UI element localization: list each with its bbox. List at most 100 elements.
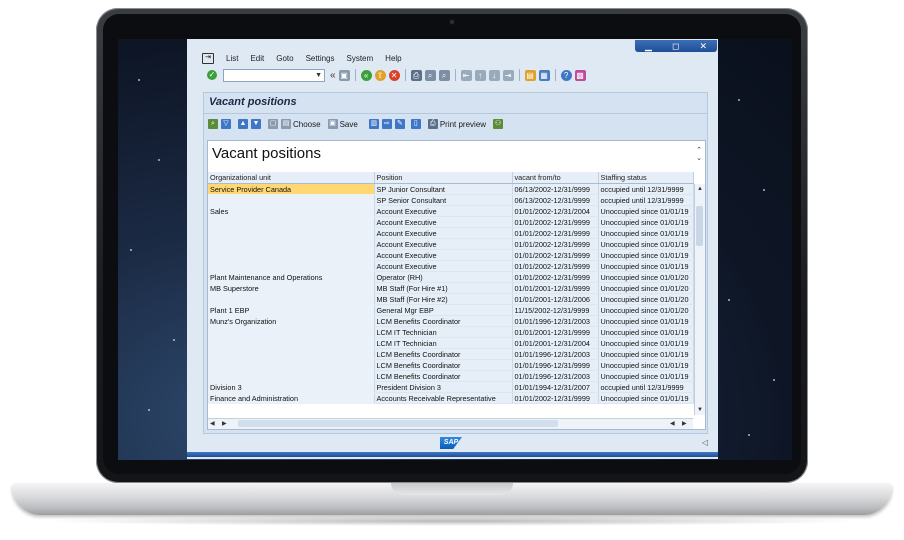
cell-position[interactable]: LCM Benefits Coordinator (374, 370, 513, 382)
table-row[interactable]: SP Senior Consultant 06/13/2002-12/31/999… (208, 194, 694, 206)
table-row[interactable]: LCM IT Technician 01/01/2001-12/31/9999 Un… (208, 326, 694, 338)
table-row[interactable]: Account Executive 01/01/2002-12/31/9999 Un… (208, 260, 694, 272)
cell-status[interactable]: Unoccupied since 01/01/20 (598, 282, 694, 294)
save-icon[interactable]: ▣ (338, 69, 350, 81)
cell-status[interactable]: Unoccupied since 01/01/19 (598, 326, 694, 338)
print-preview-button[interactable]: ⎙ Print preview (427, 119, 486, 129)
cell-status[interactable]: Unoccupied since 01/01/20 (598, 271, 694, 283)
cell-period[interactable]: 01/01/2002-12/31/2004 (512, 205, 599, 217)
table-row[interactable]: MB Superstore MB Staff (For Hire #1) 01/01… (208, 282, 694, 294)
cell-status[interactable]: Unoccupied since 01/01/20 (598, 293, 694, 305)
cell-period[interactable]: 01/01/2002-12/31/9999 (512, 216, 599, 228)
cell-org-unit[interactable] (208, 326, 375, 338)
menu-list[interactable]: List (226, 54, 238, 63)
export-icon[interactable]: ⇨ (381, 119, 392, 129)
cell-org-unit[interactable] (208, 194, 375, 206)
find-icon[interactable]: ⌕ (424, 69, 436, 81)
cell-period[interactable]: 01/01/2002-12/31/9999 (512, 227, 599, 239)
table-row[interactable]: LCM Benefits Coordinator 01/01/1996-12/31… (208, 370, 694, 382)
sort-descending-icon[interactable]: ▼ (251, 119, 261, 129)
cell-status[interactable]: Unoccupied since 01/01/19 (598, 216, 694, 228)
cell-org-unit[interactable]: Plant Maintenance and Operations (208, 271, 375, 283)
print-icon[interactable]: ⎙ (410, 69, 422, 81)
cell-position[interactable]: SP Junior Consultant (374, 183, 513, 195)
cell-status[interactable]: Unoccupied since 01/01/19 (598, 238, 694, 250)
menu-settings[interactable]: Settings (306, 54, 335, 63)
cell-period[interactable]: 01/01/2001-12/31/2006 (512, 293, 599, 305)
back-double-icon[interactable]: « (330, 70, 336, 81)
menu-edit[interactable]: Edit (250, 54, 264, 63)
cell-status[interactable]: occupied until 12/31/9999 (598, 381, 694, 393)
first-page-icon[interactable]: ⇤ (460, 69, 472, 81)
scroll-left-end-icon[interactable]: ◀ (670, 419, 675, 429)
cell-period[interactable]: 06/13/2002-12/31/9999 (512, 194, 599, 206)
cancel-icon[interactable]: ✕ (388, 69, 400, 81)
cell-org-unit[interactable] (208, 337, 375, 349)
cell-org-unit[interactable]: Sales (208, 205, 375, 217)
menu-goto[interactable]: Goto (276, 54, 293, 63)
cell-period[interactable]: 01/01/2002-12/31/9999 (512, 260, 599, 272)
cell-period[interactable]: 01/01/2002-12/31/9999 (512, 392, 599, 404)
find-next-icon[interactable]: ⌕ (438, 69, 450, 81)
help-icon[interactable]: ? (560, 69, 572, 81)
cell-status[interactable]: Unoccupied since 01/01/19 (598, 315, 694, 327)
cell-position[interactable]: Account Executive (374, 238, 513, 250)
previous-page-icon[interactable]: ↑ (474, 69, 486, 81)
scroll-left-icon[interactable]: ◀ (210, 419, 215, 429)
cell-position[interactable]: MB Staff (For Hire #1) (374, 282, 513, 294)
scroll-up-icon[interactable]: ▲ (695, 186, 705, 192)
cell-status[interactable]: Unoccupied since 01/01/20 (598, 304, 694, 316)
menu-exit-icon[interactable]: ⇥ (202, 52, 214, 64)
cell-org-unit[interactable]: Finance and Administration (208, 392, 375, 404)
cell-position[interactable]: Account Executive (374, 227, 513, 239)
cell-period[interactable]: 01/01/1996-12/31/2003 (512, 348, 599, 360)
table-row[interactable]: Plant 1 EBP General Mgr EBP 11/15/2002-12/… (208, 304, 694, 316)
table-row[interactable]: Division 3 President Division 3 01/01/1994… (208, 381, 694, 393)
column-header-org-unit[interactable]: Organizational unit (208, 172, 375, 184)
shortcut-icon[interactable]: ▦ (538, 69, 550, 81)
cell-period[interactable]: 11/15/2002-12/31/9999 (512, 304, 599, 316)
cell-org-unit[interactable] (208, 370, 375, 382)
cell-org-unit[interactable] (208, 238, 375, 250)
cell-position[interactable]: Account Executive (374, 260, 513, 272)
table-row[interactable]: Account Executive 01/01/2002-12/31/9999 Un… (208, 227, 694, 239)
cell-period[interactable]: 01/01/1996-12/31/2003 (512, 370, 599, 382)
table-row[interactable]: Munz's Organization LCM Benefits Coordina… (208, 315, 694, 327)
cell-org-unit[interactable] (208, 249, 375, 261)
cell-period[interactable]: 01/01/2002-12/31/9999 (512, 249, 599, 261)
cell-status[interactable]: occupied until 12/31/9999 (598, 183, 694, 195)
layout-icon[interactable]: ▥ (368, 119, 379, 129)
cell-period[interactable]: 01/01/2002-12/31/9999 (512, 271, 599, 283)
table-row[interactable]: Account Executive 01/01/2002-12/31/9999 Un… (208, 216, 694, 228)
filter-icon[interactable]: ▽ (221, 119, 231, 129)
layout-menu-icon[interactable]: ▩ (574, 69, 586, 81)
document-icon[interactable]: ▯ (410, 119, 421, 129)
close-button[interactable]: ✕ (699, 41, 707, 52)
vertical-scroll-thumb[interactable] (696, 206, 703, 246)
cell-position[interactable]: LCM IT Technician (374, 337, 513, 349)
cell-position[interactable]: LCM IT Technician (374, 326, 513, 338)
cell-period[interactable]: 01/01/1996-12/31/9999 (512, 359, 599, 371)
cell-position[interactable]: Operator (RH) (374, 271, 513, 283)
cell-org-unit[interactable]: Plant 1 EBP (208, 304, 375, 316)
cell-position[interactable]: MB Staff (For Hire #2) (374, 293, 513, 305)
table-row[interactable]: LCM Benefits Coordinator 01/01/1996-12/31… (208, 359, 694, 371)
cell-status[interactable]: Unoccupied since 01/01/19 (598, 337, 694, 349)
cell-org-unit[interactable]: Service Provider Canada (208, 183, 375, 195)
last-page-icon[interactable]: ⇥ (502, 69, 514, 81)
cell-org-unit[interactable] (208, 216, 375, 228)
table-row[interactable]: Sales Account Executive 01/01/2002-12/31/2… (208, 205, 694, 217)
save-layout-button[interactable]: ▣ Save (327, 119, 358, 129)
table-row[interactable]: Plant Maintenance and Operations Operator… (208, 271, 694, 283)
table-row[interactable]: Account Executive 01/01/2002-12/31/9999 Un… (208, 238, 694, 250)
cell-org-unit[interactable] (208, 359, 375, 371)
column-header-staffing-status[interactable]: Staffing status (598, 172, 694, 184)
next-page-icon[interactable]: ↓ (488, 69, 500, 81)
cell-position[interactable]: LCM Benefits Coordinator (374, 348, 513, 360)
column-header-position[interactable]: Position (374, 172, 513, 184)
cell-org-unit[interactable] (208, 293, 375, 305)
org-structure-icon[interactable]: ⚇ (493, 119, 504, 129)
cell-period[interactable]: 01/01/2001-12/31/2004 (512, 337, 599, 349)
cell-period[interactable]: 01/01/1994-12/31/2007 (512, 381, 599, 393)
edit-icon[interactable]: ✎ (394, 119, 405, 129)
